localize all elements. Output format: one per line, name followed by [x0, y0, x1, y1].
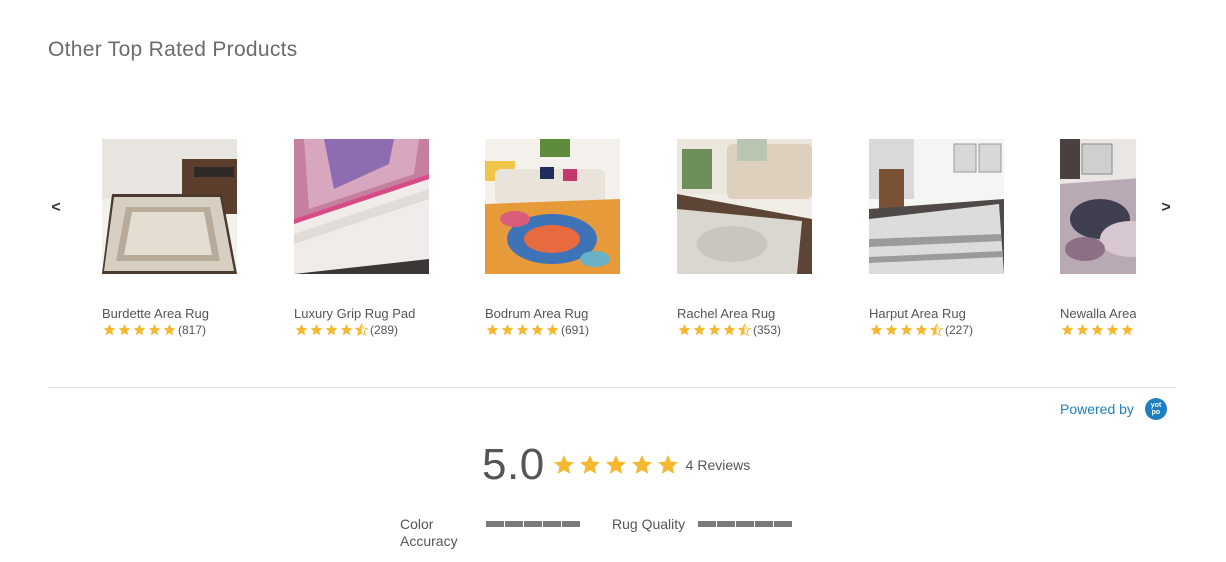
product-image[interactable]: [1060, 139, 1136, 274]
product-card[interactable]: Bodrum Area Rug (691): [485, 120, 655, 350]
factor-label: Rug Quality: [612, 516, 686, 532]
product-carousel: < Burdette Area Rug (817) Luxury Grip Ru…: [0, 120, 1226, 360]
product-name[interactable]: Newalla Area Rug: [1060, 306, 1136, 321]
product-name[interactable]: Burdette Area Rug: [102, 306, 209, 321]
product-image[interactable]: [869, 139, 1004, 274]
star-icon: [553, 455, 574, 474]
product-name[interactable]: Bodrum Area Rug: [485, 306, 588, 321]
star-icon: [1091, 324, 1104, 336]
star-rating: [485, 323, 560, 337]
review-count: (227): [945, 323, 974, 337]
product-card[interactable]: Rachel Area Rug (353): [677, 120, 847, 350]
carousel-next-icon[interactable]: >: [1156, 198, 1176, 218]
star-icon: [486, 324, 499, 336]
star-icon: [546, 324, 559, 336]
product-rating: (817): [102, 323, 206, 337]
product-image[interactable]: [677, 139, 812, 274]
product-image[interactable]: [102, 139, 237, 274]
half-star-icon: [929, 323, 944, 337]
star-icon: [340, 324, 353, 336]
average-score: 5.0: [482, 440, 545, 489]
product-name[interactable]: Luxury Grip Rug Pad: [294, 306, 415, 321]
star-icon: [148, 324, 161, 336]
half-star-icon: [737, 323, 752, 337]
rating-summary: 5.0 4 Reviews: [482, 440, 750, 490]
section-title: Other Top Rated Products: [48, 38, 298, 61]
bar-segment: [755, 521, 773, 527]
star-icon: [885, 324, 898, 336]
star-rating: [102, 323, 177, 337]
star-icon: [579, 455, 600, 474]
star-icon: [118, 324, 131, 336]
star-icon: [631, 455, 652, 474]
star-icon: [605, 455, 626, 474]
star-icon: [1106, 324, 1119, 336]
star-icon: [1076, 324, 1089, 336]
star-icon: [310, 324, 323, 336]
product-name[interactable]: Rachel Area Rug: [677, 306, 775, 321]
star-icon: [501, 324, 514, 336]
star-icon: [693, 324, 706, 336]
star-icon: [900, 324, 913, 336]
product-card[interactable]: Harput Area Rug (227): [869, 120, 1039, 350]
bar-segment: [562, 521, 580, 527]
factor-rug-quality: Rug Quality: [612, 516, 793, 533]
product-rating: (353): [677, 323, 781, 337]
product-card[interactable]: Newalla Area Rug: [1060, 120, 1136, 350]
powered-by-label: Powered by: [1060, 401, 1134, 417]
star-icon: [325, 324, 338, 336]
star-rating: [677, 323, 752, 337]
product-rating: (691): [485, 323, 589, 337]
powered-by-link[interactable]: Powered by yot po: [1060, 398, 1167, 420]
star-icon: [870, 324, 883, 336]
bar-segment: [505, 521, 523, 527]
factor-bar: [486, 521, 581, 527]
half-star-icon: [354, 323, 369, 337]
review-count: (691): [561, 323, 590, 337]
star-icon: [295, 324, 308, 336]
review-count: (289): [370, 323, 399, 337]
carousel-prev-icon[interactable]: <: [46, 198, 66, 218]
product-rating: [1060, 323, 1136, 337]
product-card[interactable]: Luxury Grip Rug Pad (289): [294, 120, 464, 350]
star-icon: [103, 324, 116, 336]
divider: [48, 387, 1176, 388]
star-icon: [915, 324, 928, 336]
star-icon: [708, 324, 721, 336]
star-icon: [516, 324, 529, 336]
star-icon: [678, 324, 691, 336]
star-icon: [657, 455, 678, 474]
bar-segment: [524, 521, 542, 527]
review-count: (817): [178, 323, 207, 337]
product-name[interactable]: Harput Area Rug: [869, 306, 966, 321]
factor-color-accuracy: Color Accuracy: [400, 516, 581, 550]
star-icon: [723, 324, 736, 336]
factor-label: Color Accuracy: [400, 516, 458, 549]
carousel-track: Burdette Area Rug (817) Luxury Grip Rug …: [102, 120, 1136, 360]
product-rating: (227): [869, 323, 973, 337]
bar-segment: [486, 521, 504, 527]
bar-segment: [717, 521, 735, 527]
bar-segment: [543, 521, 561, 527]
star-rating: [869, 323, 944, 337]
factor-bar: [698, 521, 793, 527]
product-card[interactable]: Burdette Area Rug (817): [102, 120, 272, 350]
star-icon: [531, 324, 544, 336]
average-star-rating: [551, 453, 681, 477]
bar-segment: [736, 521, 754, 527]
star-icon: [1061, 324, 1074, 336]
product-rating: (289): [294, 323, 398, 337]
product-image[interactable]: [294, 139, 429, 274]
star-icon: [163, 324, 176, 336]
star-rating: [1060, 323, 1135, 337]
yotpo-logo-icon: yot po: [1144, 398, 1167, 420]
star-icon: [133, 324, 146, 336]
star-rating: [294, 323, 369, 337]
product-image[interactable]: [485, 139, 620, 274]
star-icon: [1121, 324, 1134, 336]
reviews-count[interactable]: 4 Reviews: [686, 457, 751, 473]
bar-segment: [774, 521, 792, 527]
bar-segment: [698, 521, 716, 527]
review-count: (353): [753, 323, 782, 337]
